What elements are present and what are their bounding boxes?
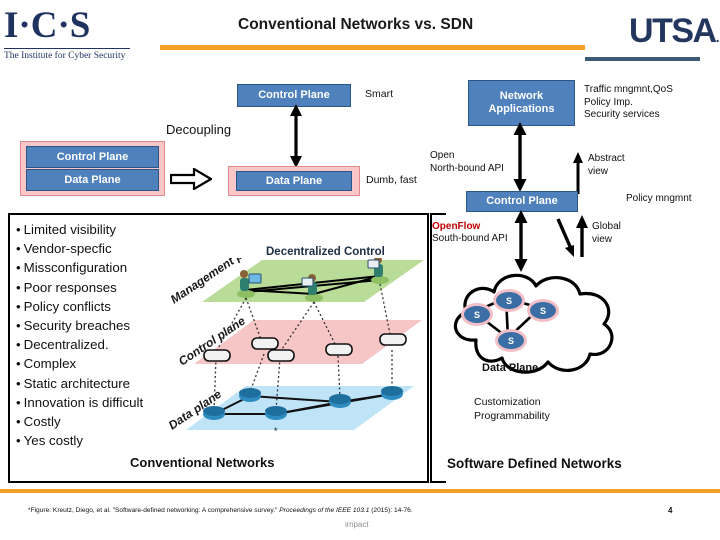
list-item: • Limited visibility: [16, 220, 206, 239]
global-view-line2: view: [592, 234, 613, 245]
footnote-source: Proceedings of the IEEE 103.1: [279, 507, 370, 514]
policy-mngmnt-label: Policy mngmnt: [626, 193, 692, 204]
ics-logo-tagline: The Institute for Cyber Security: [4, 51, 126, 61]
control-element: [267, 349, 295, 362]
title-accent-rule-secondary: [355, 47, 585, 50]
list-item-label: Security breaches: [23, 318, 131, 334]
bullet-icon: •: [16, 356, 21, 372]
smart-label: Smart: [365, 88, 394, 100]
switch-label: S: [505, 295, 512, 306]
list-item-label: Policy conflicts: [23, 298, 111, 314]
cloud-data-plane-label: Data Plane: [482, 362, 539, 374]
northbound-api-line2: North-bound API: [430, 162, 504, 174]
bullet-icon: •: [16, 298, 21, 314]
footnote-prefix: *Figure: Kreutz, Diego, et al. "Software…: [28, 507, 280, 514]
switch-node: S: [527, 299, 559, 322]
coupled-data-plane-box: Data Plane: [26, 169, 159, 191]
network-applications-box: Network Applications: [468, 80, 575, 126]
bullet-icon: •: [16, 222, 21, 237]
layered-network-figure: Management plane Control plane Data plan…: [168, 258, 424, 436]
footer-accent-rule: [0, 489, 720, 493]
utsa-logo-underline: [585, 57, 700, 61]
router-node: [239, 388, 261, 402]
list-item-label: Static architecture: [23, 375, 131, 391]
dumb-fast-label: Dumb, fast: [366, 174, 417, 186]
bullet-icon: •: [16, 318, 21, 334]
list-item-label: Yes costly: [23, 433, 84, 449]
utsa-logo-wordmark: UTSA: [629, 12, 717, 50]
switch-label: S: [507, 335, 514, 346]
abstract-view-arrow-icon: [573, 152, 583, 194]
ics-logo-divider: [4, 48, 130, 49]
control-element: [203, 349, 231, 362]
decentralized-control-label: Decentralized Control: [266, 246, 385, 258]
ics-logo: I·C·S The Institute for Cyber Security: [4, 6, 134, 72]
control-element: [251, 337, 279, 350]
network-applications-label-line1: Network Applications: [488, 90, 555, 115]
coupled-control-plane-box: Control Plane: [26, 146, 159, 168]
router-node: [203, 406, 225, 420]
customization-list: Customization Programmability: [474, 395, 614, 423]
bullet-icon: •: [16, 337, 21, 353]
network-application-services-list: Traffic mngmnt,QoS Policy Imp. Security …: [584, 84, 714, 122]
utsa-logo: UTSA.: [629, 12, 720, 54]
global-view-arrows-icon: [556, 215, 588, 257]
decoupling-double-arrow-icon: [290, 104, 302, 168]
list-item: • Vendor-specfic: [16, 239, 206, 258]
switch-label: S: [539, 305, 546, 316]
list-item-label: Limited visibility: [23, 222, 117, 237]
footnote: *Figure: Kreutz, Diego, et al. "Software…: [28, 507, 413, 514]
router-node: [329, 394, 351, 408]
router-node: [265, 406, 287, 420]
decoupling-data-plane-box: Data Plane: [236, 171, 352, 191]
sdn-control-plane-box: Control Plane: [466, 191, 578, 212]
bullet-icon: •: [16, 279, 21, 295]
transform-block-arrow-icon: [170, 168, 212, 190]
page-title: Conventional Networks vs. SDN: [238, 16, 474, 33]
bullet-icon: •: [16, 414, 21, 430]
list-item-label: Complex: [23, 356, 77, 372]
switch-node: S: [493, 289, 525, 312]
global-view-line1: Global: [592, 221, 621, 232]
footnote-suffix: (2015): 14-76.: [369, 507, 413, 514]
list-item: Traffic mngmnt,QoS: [584, 84, 673, 95]
abstract-view-line2: view: [588, 166, 609, 177]
list-item-label: Innovation is difficult: [23, 394, 144, 410]
list-item: Policy Imp.: [584, 96, 633, 108]
bullet-icon: •: [16, 375, 21, 391]
bullet-icon: •: [16, 394, 21, 410]
switch-node: S: [461, 303, 493, 326]
northbound-api-label: Open North-bound API: [430, 150, 540, 175]
figure-footnote-marker: *: [274, 426, 278, 436]
bullet-icon: •: [16, 241, 21, 257]
router-node: [381, 386, 403, 400]
abstract-view-label: Abstract view: [588, 152, 648, 178]
control-element: [325, 343, 353, 356]
utsa-logo-dot: .: [715, 29, 720, 45]
switch-node: S: [495, 329, 527, 352]
customization-line2: Programmability: [474, 410, 550, 422]
global-view-label: Global view: [592, 220, 642, 246]
switch-label: S: [473, 309, 480, 320]
conventional-networks-title: Conventional Networks: [130, 455, 275, 470]
northbound-api-line1: Open: [430, 150, 455, 161]
list-item-label: Poor responses: [23, 279, 117, 295]
decoupling-label: Decoupling: [166, 122, 232, 137]
bullet-icon: •: [16, 260, 21, 276]
customization-line1: Customization: [474, 396, 541, 408]
slide-number: 4: [668, 506, 673, 515]
ics-logo-wordmark: I·C·S: [4, 5, 91, 46]
list-item-label: Vendor-specfic: [23, 241, 112, 257]
impact-text: impact: [345, 520, 369, 529]
list-item-label: Costly: [23, 414, 61, 430]
list-item-label: Decentralized.: [23, 337, 109, 353]
list-item: Security services: [584, 109, 660, 120]
sdn-title: Software Defined Networks: [447, 456, 622, 471]
list-item-label: Missconfiguration: [23, 260, 128, 276]
abstract-view-line1: Abstract: [588, 153, 625, 164]
control-element: [379, 333, 407, 346]
bullet-icon: •: [16, 433, 21, 449]
